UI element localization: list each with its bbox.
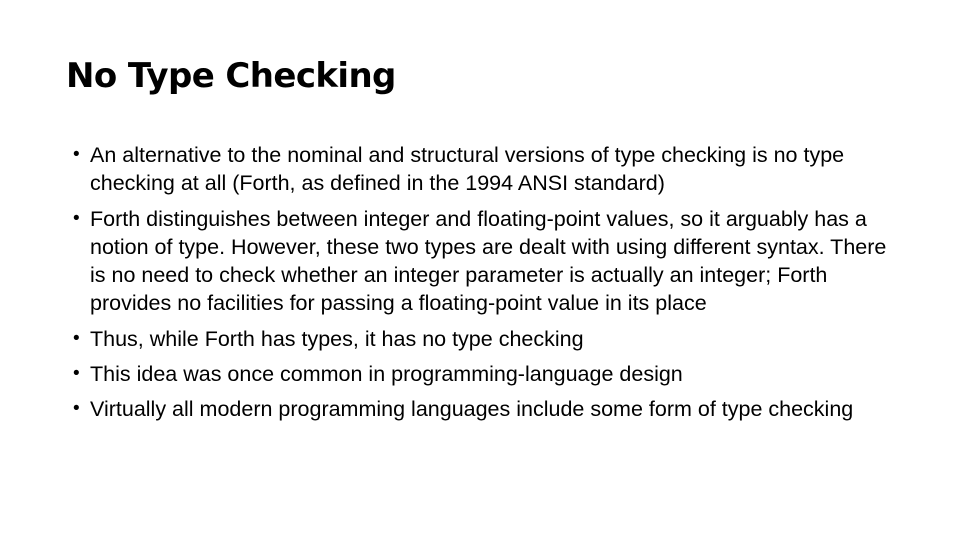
- bullet-icon: •: [73, 144, 80, 165]
- bullet-icon: •: [73, 327, 80, 349]
- bullet-icon: •: [73, 398, 80, 420]
- list-item-text: Virtually all modern programming languag…: [90, 397, 854, 422]
- list-item: • This idea was once common in programmi…: [66, 360, 902, 388]
- page-title: No Type Checking: [66, 56, 396, 96]
- list-item: • Virtually all modern programming langu…: [66, 395, 902, 423]
- slide-canvas: No Type Checking • An alternative to the…: [0, 0, 960, 540]
- bullet-icon: •: [73, 207, 80, 229]
- list-item: • An alternative to the nominal and stru…: [66, 141, 902, 198]
- bullet-icon: •: [73, 363, 80, 385]
- bullet-list: • An alternative to the nominal and stru…: [66, 141, 902, 424]
- list-item-text: Forth distinguishes between integer and …: [90, 206, 887, 316]
- list-item-text: This idea was once common in programming…: [90, 362, 683, 387]
- list-item: • Forth distinguishes between integer an…: [66, 205, 902, 318]
- list-item-text: An alternative to the nominal and struct…: [90, 143, 845, 196]
- list-item: • Thus, while Forth has types, it has no…: [66, 325, 902, 353]
- list-item-text: Thus, while Forth has types, it has no t…: [90, 326, 584, 351]
- slide-body: • An alternative to the nominal and stru…: [66, 141, 902, 424]
